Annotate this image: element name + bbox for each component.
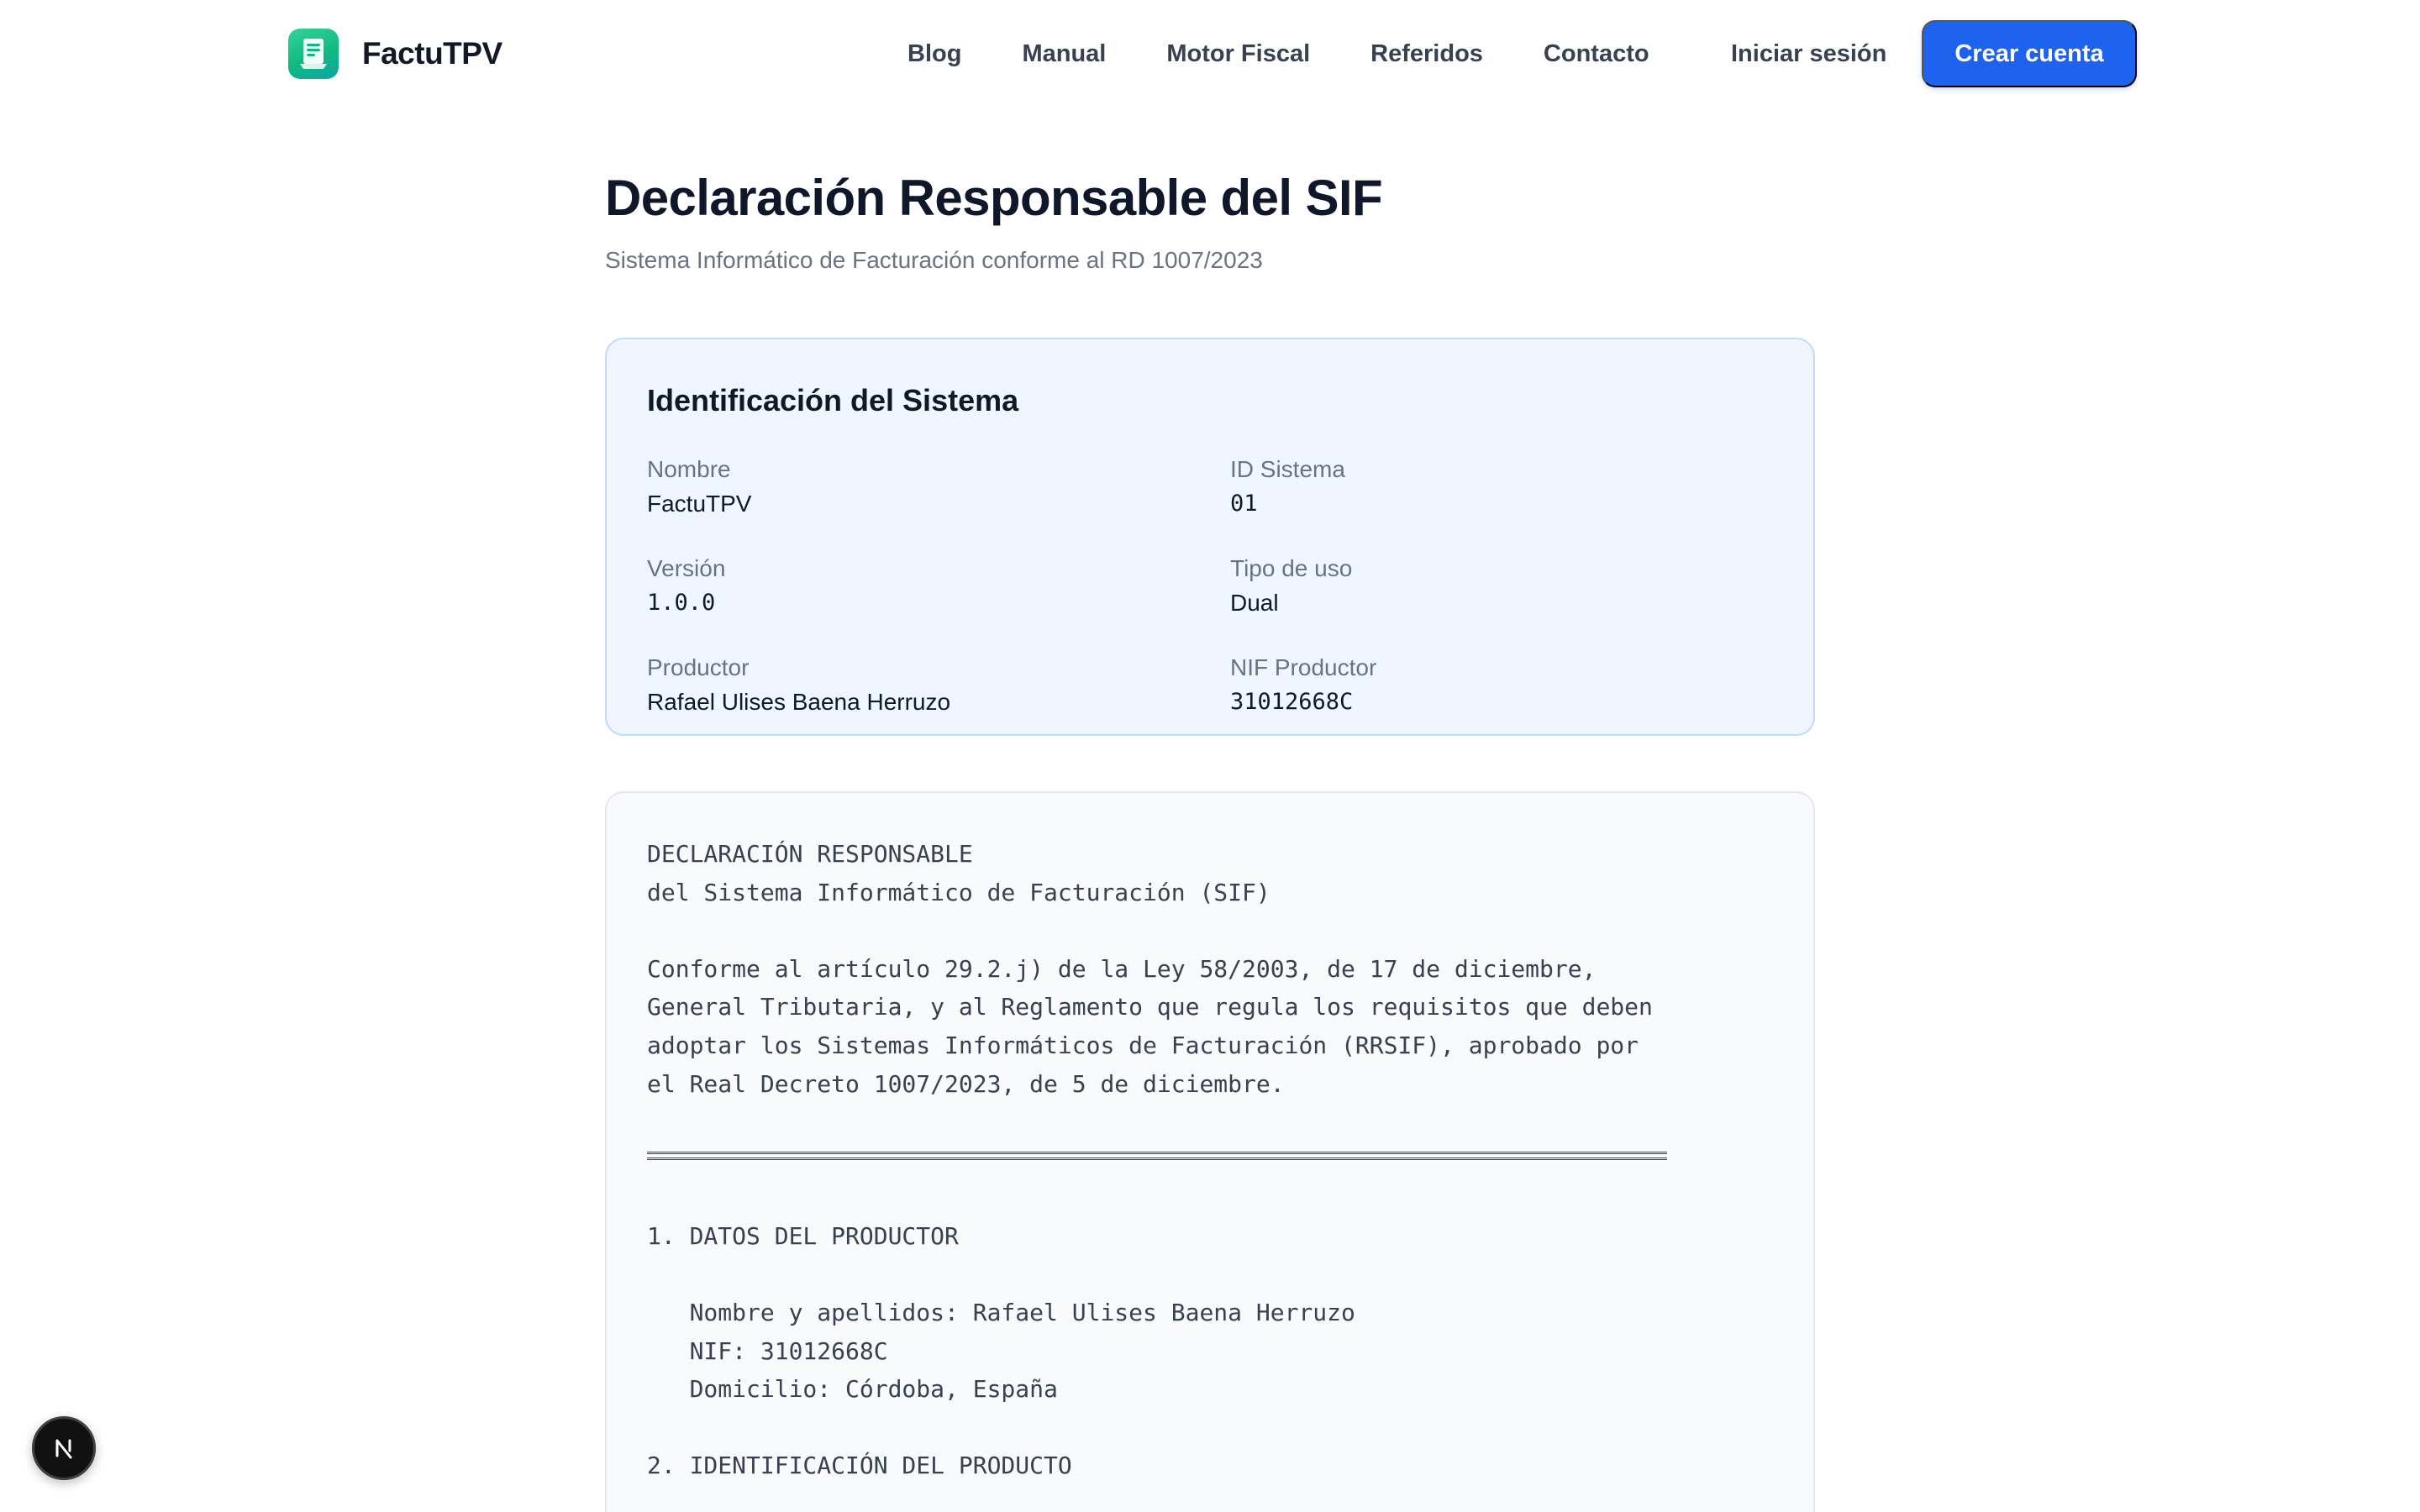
declaration-text-box: DECLARACIÓN RESPONSABLE del Sistema Info… <box>605 791 1815 1512</box>
brand-link[interactable]: FactuTPV <box>288 29 502 79</box>
field-label: Productor <box>647 654 750 680</box>
field-value: FactuTPV <box>647 490 752 517</box>
declaration-intro-line: el Real Decreto 1007/2023, de 5 de dicie… <box>647 1069 1285 1098</box>
section-1-line: Nombre y apellidos: Rafael Ulises Baena … <box>647 1298 1355 1326</box>
declaration-intro-line: adoptar los Sistemas Informáticos de Fac… <box>647 1031 1639 1059</box>
field-value: 1.0.0 <box>647 589 716 616</box>
nextjs-dev-badge[interactable] <box>32 1416 96 1480</box>
factutpv-logo-icon <box>288 29 339 79</box>
main-content: Declaración Responsable del SIF Sistema … <box>605 168 1815 1512</box>
section-1-title: 1. DATOS DEL PRODUCTOR <box>647 1221 959 1250</box>
field-productor: Productor Rafael Ulises Baena Herruzo <box>647 654 1230 717</box>
field-label: Versión <box>647 554 726 581</box>
nav-manual[interactable]: Manual <box>1022 40 1106 68</box>
system-identification-card: Identificación del Sistema Nombre FactuT… <box>605 338 1815 736</box>
field-nombre: Nombre FactuTPV <box>647 455 1230 519</box>
main-nav: Blog Manual Motor Fiscal Referidos Conta… <box>908 20 1710 87</box>
declaration-heading-2: del Sistema Informático de Facturación (… <box>647 878 1270 906</box>
nav-referidos[interactable]: Referidos <box>1370 40 1483 68</box>
brand-name: FactuTPV <box>362 36 502 71</box>
create-account-button[interactable]: Crear cuenta <box>1922 20 2137 87</box>
page-subtitle: Sistema Informático de Facturación confo… <box>605 247 1263 273</box>
login-link[interactable]: Iniciar sesión <box>1731 20 1886 87</box>
field-label: NIF Productor <box>1230 654 1377 680</box>
double-rule-divider <box>647 1152 1667 1161</box>
nav-contacto[interactable]: Contacto <box>1544 40 1649 68</box>
field-id-sistema: ID Sistema 01 <box>1230 455 1813 519</box>
field-tipo-uso: Tipo de uso Dual <box>1230 554 1813 618</box>
field-label: Tipo de uso <box>1230 554 1353 581</box>
nav-motor-fiscal[interactable]: Motor Fiscal <box>1166 40 1310 68</box>
field-value: 01 <box>1230 490 1258 517</box>
section-1-line: Domicilio: Córdoba, España <box>647 1375 1058 1404</box>
section-2-title: 2. IDENTIFICACIÓN DEL PRODUCTO <box>647 1452 1072 1480</box>
identification-grid: Nombre FactuTPV ID Sistema 01 Versión 1.… <box>647 455 1773 717</box>
page-title: Declaración Responsable del SIF <box>605 170 1383 226</box>
top-header: FactuTPV Blog Manual Motor Fiscal Referi… <box>0 0 2420 108</box>
field-label: ID Sistema <box>1230 456 1345 482</box>
field-version: Versión 1.0.0 <box>647 554 1230 618</box>
field-value: Rafael Ulises Baena Herruzo <box>647 688 951 715</box>
section-1-line: NIF: 31012668C <box>647 1336 888 1365</box>
field-value: Dual <box>1230 589 1279 616</box>
field-nif-productor: NIF Productor 31012668C <box>1230 654 1813 717</box>
declaration-intro-line: General Tributaria, y al Reglamento que … <box>647 993 1653 1021</box>
declaration-heading-1: DECLARACIÓN RESPONSABLE <box>647 840 973 868</box>
field-value: 31012668C <box>1230 688 1354 715</box>
identification-title: Identificación del Sistema <box>647 383 1019 417</box>
nextjs-n-icon <box>55 1439 72 1459</box>
field-label: Nombre <box>647 456 731 482</box>
declaration-intro-line: Conforme al artículo 29.2.j) de la Ley 5… <box>647 954 1597 983</box>
nav-blog[interactable]: Blog <box>908 40 961 68</box>
